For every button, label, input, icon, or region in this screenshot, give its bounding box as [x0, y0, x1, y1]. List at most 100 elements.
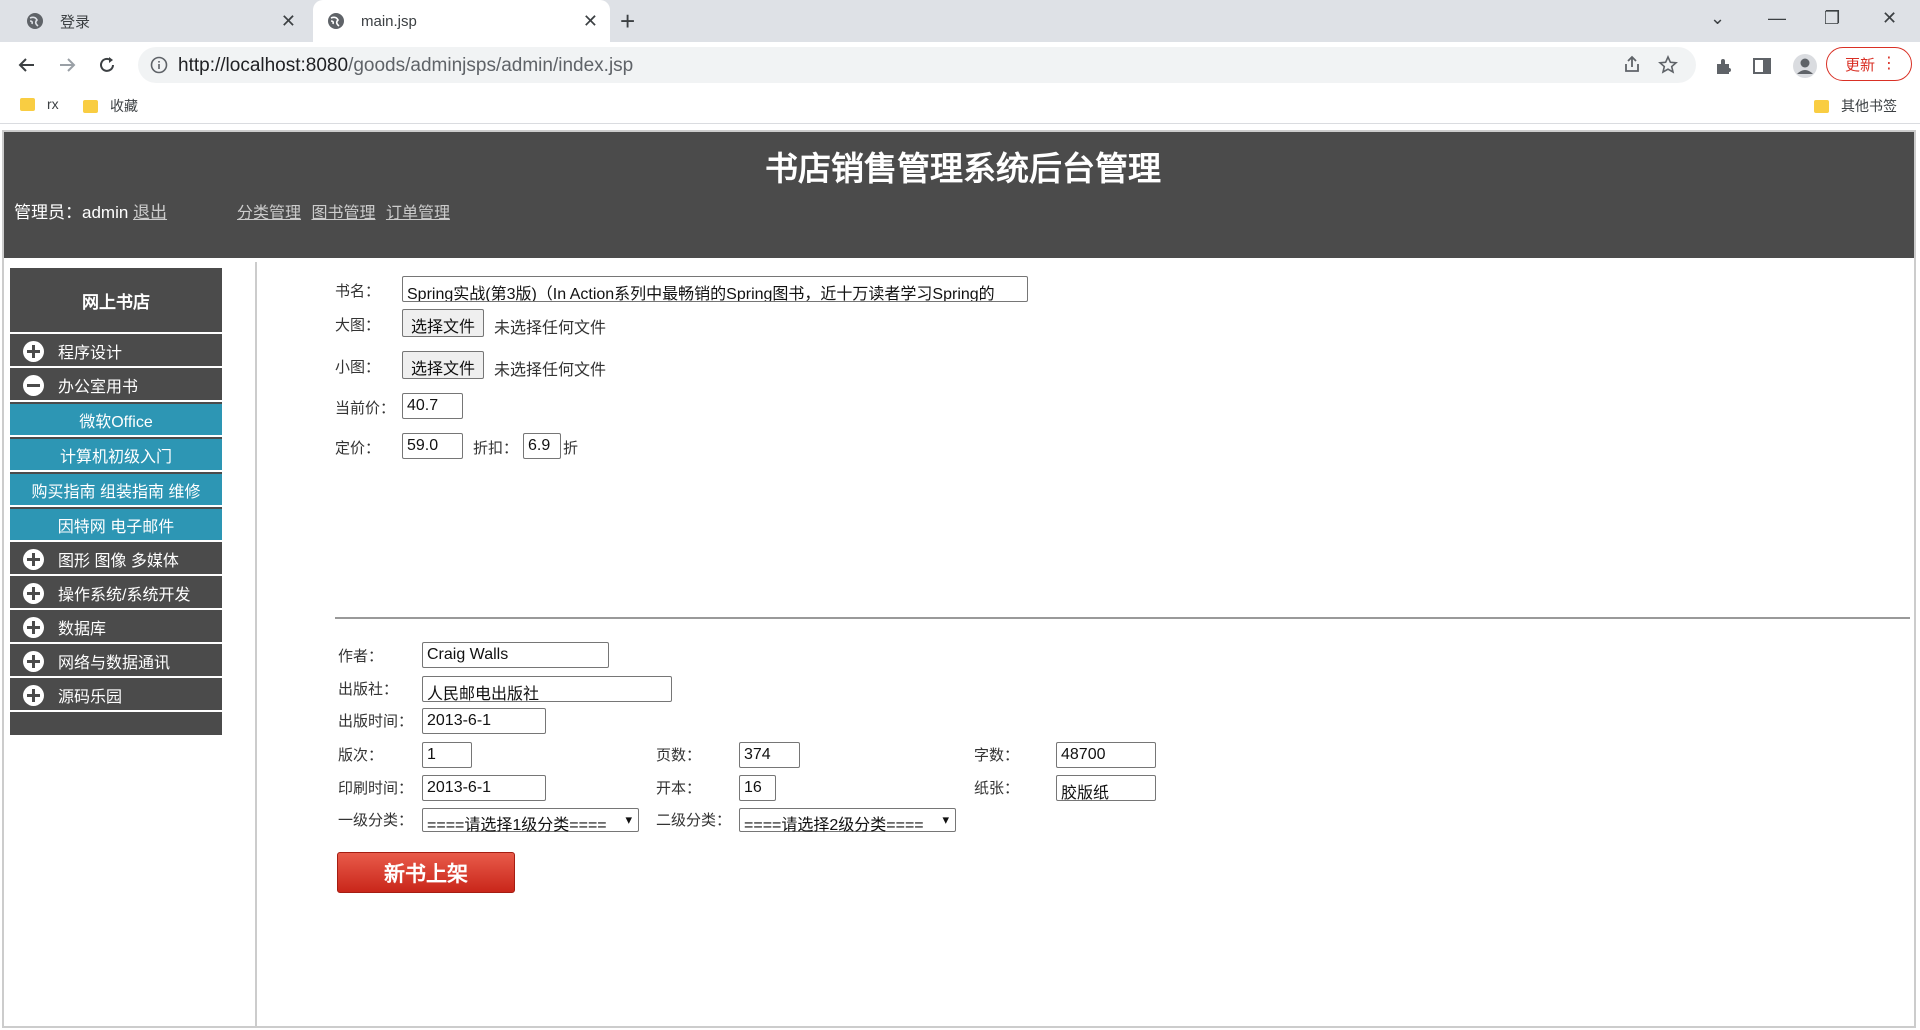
logout-link[interactable]: 退出 — [133, 203, 167, 222]
reload-icon — [100, 57, 114, 72]
category-source-code[interactable]: 源码乐园 — [10, 680, 222, 712]
category-database[interactable]: 数据库 — [10, 612, 222, 644]
category-programming[interactable]: 程序设计 — [10, 336, 222, 368]
subcategory-buying-guide[interactable]: 购买指南 组装指南 维修 — [10, 474, 222, 507]
publish-time-input[interactable]: 2013-6-1 — [422, 708, 546, 734]
bookmark-folder-favorites[interactable]: 收藏 — [83, 96, 138, 116]
close-icon[interactable]: ✕ — [281, 11, 296, 31]
url-text: http://localhost:8080/goods/adminjsps/ad… — [178, 55, 634, 76]
category-office[interactable]: 办公室用书 — [10, 370, 222, 402]
tab-title: 登录 — [60, 13, 91, 31]
format-label: 开本： — [656, 780, 702, 797]
big-image-file-button[interactable]: 选择文件 — [402, 309, 485, 337]
author-label: 作者： — [338, 648, 384, 665]
arrow-left-icon — [18, 58, 34, 72]
back-button[interactable] — [12, 50, 42, 80]
publish-time-label: 出版时间： — [338, 713, 414, 730]
form-divider — [335, 617, 1910, 619]
reload-button[interactable] — [92, 50, 122, 80]
current-price-input[interactable]: 40.7 — [402, 393, 463, 419]
format-input[interactable]: 16 — [739, 775, 776, 801]
paper-input[interactable]: 胶版纸 — [1056, 775, 1156, 801]
minimize-button[interactable]: — — [1768, 6, 1786, 30]
page-frame: 书店销售管理系统后台管理 管理员：admin 退出 分类管理 图书管理 订单管理… — [2, 130, 1916, 1028]
sidebar-frame: 网上书店 程序设计 办公室用书 微软Office 计算机初级入门 购买指南 组装… — [4, 262, 257, 1026]
category1-label: 一级分类： — [338, 812, 414, 829]
discount-unit: 折 — [563, 440, 579, 457]
window-close-button[interactable]: ✕ — [1882, 6, 1897, 30]
address-toolbar: http://localhost:8080/goods/adminjsps/ad… — [0, 42, 1920, 88]
expand-plus-icon — [23, 684, 44, 706]
words-input[interactable]: 48700 — [1056, 742, 1156, 768]
price-input[interactable]: 59.0 — [402, 433, 463, 459]
page-title: 书店销售管理系统后台管理 — [765, 150, 1161, 187]
current-price-label: 当前价： — [335, 400, 396, 417]
globe-icon — [328, 13, 344, 29]
press-label: 出版社： — [338, 681, 399, 698]
close-icon[interactable]: ✕ — [583, 11, 598, 31]
words-label: 字数： — [974, 747, 1020, 764]
discount-input[interactable]: 6.9 — [523, 433, 561, 459]
small-image-file-status: 未选择任何文件 — [494, 362, 607, 379]
category-menu: 网上书店 程序设计 办公室用书 微软Office 计算机初级入门 购买指南 组装… — [10, 268, 222, 735]
expand-plus-icon — [23, 582, 44, 604]
category1-select[interactable]: ====请选择1级分类==== ▾ — [422, 808, 639, 834]
browser-tab-bar: 登录 ✕ main.jsp ✕ + ⌄ — ❐ ✕ — [0, 0, 1920, 42]
tab-login[interactable]: 登录 ✕ — [12, 0, 308, 42]
book-name-input[interactable]: Spring实战(第3版)（In Action系列中最畅销的Spring图书，近… — [402, 276, 1028, 302]
menu-title: 网上书店 — [10, 268, 222, 334]
arrow-right-icon — [60, 58, 76, 72]
add-book-submit-button[interactable]: 新书上架 — [337, 852, 515, 893]
expand-plus-icon — [23, 548, 44, 570]
expand-plus-icon — [23, 616, 44, 638]
profile-avatar-icon[interactable] — [1792, 53, 1818, 79]
press-input[interactable]: 人民邮电出版社 — [422, 676, 672, 702]
info-icon[interactable] — [150, 56, 168, 74]
big-image-file-status: 未选择任何文件 — [494, 320, 607, 337]
category2-select[interactable]: ====请选择2级分类==== ▾ — [739, 808, 956, 834]
nav-category-manage[interactable]: 分类管理 — [237, 205, 301, 222]
bookmarks-bar: rx 收藏 其他书签 — [0, 88, 1920, 124]
print-time-input[interactable]: 2013-6-1 — [422, 775, 546, 801]
pages-input[interactable]: 374 — [739, 742, 800, 768]
nav-book-manage[interactable]: 图书管理 — [311, 205, 375, 222]
new-tab-button[interactable]: + — [620, 6, 635, 36]
folder-icon — [1814, 99, 1829, 113]
folder-icon — [20, 97, 35, 111]
tab-title: main.jsp — [361, 12, 417, 30]
subcategory-ms-office[interactable]: 微软Office — [10, 404, 222, 437]
forward-button[interactable] — [52, 50, 82, 80]
admin-nav: 分类管理 图书管理 订单管理 — [237, 199, 456, 223]
extensions-icon[interactable] — [1714, 56, 1734, 76]
tab-search-icon[interactable]: ⌄ — [1710, 6, 1725, 30]
edition-input[interactable]: 1 — [422, 742, 472, 768]
globe-icon — [27, 13, 43, 29]
collapse-minus-icon — [23, 374, 44, 396]
category-graphics[interactable]: 图形 图像 多媒体 — [10, 544, 222, 576]
small-image-file-button[interactable]: 选择文件 — [402, 351, 485, 379]
subcategory-internet-email[interactable]: 因特网 电子邮件 — [10, 509, 222, 542]
category-network[interactable]: 网络与数据通讯 — [10, 646, 222, 678]
update-button[interactable]: 更新 ⋮ — [1826, 47, 1912, 81]
share-icon[interactable] — [1622, 55, 1642, 75]
chevron-down-icon: ▾ — [942, 812, 949, 827]
category2-label: 二级分类： — [656, 812, 732, 829]
restore-button[interactable]: ❐ — [1824, 6, 1840, 30]
star-icon[interactable] — [1658, 55, 1678, 75]
category-os[interactable]: 操作系统/系统开发 — [10, 578, 222, 610]
nav-order-manage[interactable]: 订单管理 — [386, 205, 450, 222]
bookmark-folder-other[interactable]: 其他书签 — [1814, 96, 1897, 116]
more-icon: ⋮ — [1881, 55, 1897, 72]
big-image-label: 大图： — [335, 317, 381, 334]
price-label: 定价： — [335, 440, 381, 457]
address-bar[interactable]: http://localhost:8080/goods/adminjsps/ad… — [138, 47, 1696, 83]
author-input[interactable]: Craig Walls — [422, 642, 609, 668]
admin-header: 书店销售管理系统后台管理 管理员：admin 退出 分类管理 图书管理 订单管理 — [4, 132, 1914, 258]
print-time-label: 印刷时间： — [338, 780, 414, 797]
tab-main[interactable]: main.jsp ✕ — [313, 0, 610, 42]
chevron-down-icon: ▾ — [625, 812, 632, 827]
subcategory-computer-basics[interactable]: 计算机初级入门 — [10, 439, 222, 472]
bookmark-folder-rx[interactable]: rx — [20, 96, 59, 112]
add-book-form: 书名： Spring实战(第3版)（In Action系列中最畅销的Spring… — [259, 262, 1914, 1026]
side-panel-icon[interactable] — [1752, 56, 1772, 76]
